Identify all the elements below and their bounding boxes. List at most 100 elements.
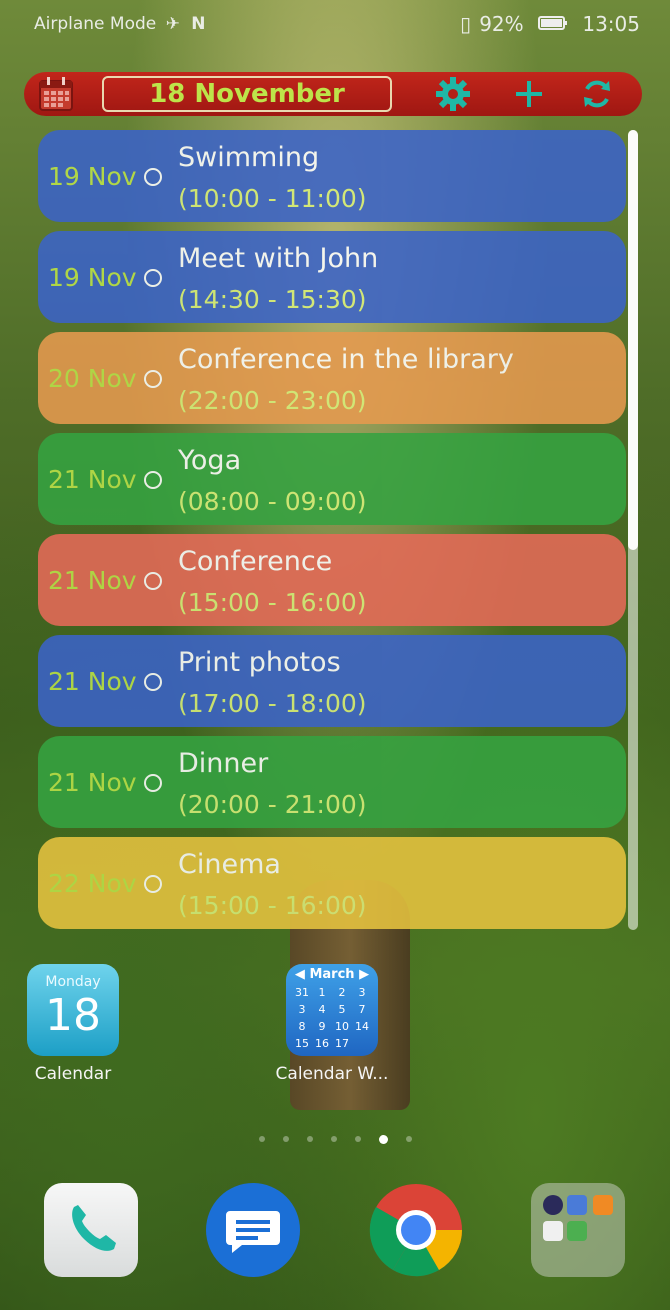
calendar-widget-day: 10 <box>335 1020 349 1033</box>
status-left: Airplane Mode ✈ N <box>34 14 206 34</box>
event-title: Cinema <box>178 849 281 880</box>
folder-icons <box>543 1195 613 1241</box>
calendar-app-day: 18 <box>45 990 101 1041</box>
event-list[interactable]: 19 Nov Swimming (10:00 - 11:00) 19 Nov Meet … <box>38 130 626 938</box>
chrome-app[interactable] <box>369 1183 463 1277</box>
triangle-right-icon: ▶ <box>359 967 370 982</box>
calendar-app-weekday: Monday <box>45 974 101 990</box>
calendar-app-label: Calendar <box>34 1064 112 1084</box>
calendar-widget-day: 16 <box>315 1037 329 1050</box>
calendar-widget-day: 4 <box>318 1003 326 1016</box>
page-dot[interactable] <box>405 1136 412 1142</box>
event-color-dot-icon <box>144 572 162 590</box>
event-row[interactable]: 19 Nov Swimming (10:00 - 11:00) <box>38 130 626 222</box>
calendar-widget-month-row: ◀ March ▶ <box>286 964 378 982</box>
event-row[interactable]: 22 Nov Cinema (15:00 - 16:00) <box>38 837 626 929</box>
calendar-widget-day: 17 <box>335 1037 349 1050</box>
event-title: Print photos <box>178 647 341 678</box>
event-row[interactable]: 19 Nov Meet with John (14:30 - 15:30) <box>38 231 626 323</box>
event-row[interactable]: 20 Nov Conference in the library (22:00 - … <box>38 332 626 424</box>
calendar-widget-day: 15 <box>295 1037 309 1050</box>
event-title: Swimming <box>178 142 320 173</box>
event-row[interactable]: 21 Nov Conference (15:00 - 16:00) <box>38 534 626 626</box>
event-title: Conference in the library <box>178 344 514 375</box>
event-time: (17:00 - 18:00) <box>178 689 367 718</box>
add-event-plus-icon[interactable] <box>510 76 548 112</box>
event-time: (10:00 - 11:00) <box>178 184 367 213</box>
event-date: 19 Nov <box>48 263 137 292</box>
chrome-icon <box>369 1184 463 1277</box>
event-date: 22 Nov <box>48 869 137 898</box>
page-dot[interactable] <box>330 1136 337 1142</box>
event-time: (14:30 - 15:30) <box>178 285 367 314</box>
event-time: (15:00 - 16:00) <box>178 891 367 920</box>
page-dot[interactable] <box>258 1136 265 1142</box>
battery-percent: 92% <box>479 12 524 36</box>
battery-icon <box>538 12 574 36</box>
event-title: Meet with John <box>178 243 379 274</box>
phone-app[interactable] <box>44 1183 138 1277</box>
app-folder[interactable] <box>531 1183 625 1277</box>
calendar-widget-day: 1 <box>318 986 326 999</box>
event-color-dot-icon <box>144 673 162 691</box>
calendar-widget-day: 8 <box>298 1020 306 1033</box>
calendar-widget-day: 3 <box>298 1003 306 1016</box>
event-row[interactable]: 21 Nov Yoga (08:00 - 09:00) <box>38 433 626 525</box>
refresh-icon[interactable] <box>578 76 616 112</box>
nfc-icon: N <box>191 14 206 34</box>
calendar-widget-month: March <box>309 967 355 982</box>
event-color-dot-icon <box>144 774 162 792</box>
calendar-widget-day: 3 <box>358 986 366 999</box>
event-time: (08:00 - 09:00) <box>178 487 367 516</box>
event-date: 21 Nov <box>48 566 137 595</box>
calendar-widget-app[interactable]: ◀ March ▶ 31 1 2 3 3 4 5 7 8 9 10 14 15 16 17 Calendar… <box>267 964 397 1084</box>
event-date: 19 Nov <box>48 162 137 191</box>
event-time: (15:00 - 16:00) <box>178 588 367 617</box>
calendar-widget-day: 31 <box>295 986 309 999</box>
triangle-left-icon: ◀ <box>294 967 305 982</box>
airplane-mode-label: Airplane Mode <box>34 14 157 34</box>
calendar-widget-day: 14 <box>355 1020 369 1033</box>
scrollbar-thumb[interactable] <box>628 130 638 550</box>
page-dot[interactable] <box>306 1136 313 1142</box>
calendar-icon[interactable] <box>38 76 74 112</box>
event-date: 21 Nov <box>48 667 137 696</box>
event-date: 21 Nov <box>48 768 137 797</box>
event-row[interactable]: 21 Nov Print photos (17:00 - 18:00) <box>38 635 626 727</box>
page-dot[interactable] <box>354 1136 361 1142</box>
event-color-dot-icon <box>144 875 162 893</box>
page-dot-active[interactable] <box>378 1135 388 1144</box>
calendar-app-icon: Monday 18 <box>27 964 119 1056</box>
calendar-widget-day: 7 <box>358 1003 366 1016</box>
vibrate-icon: ▯ <box>460 12 472 36</box>
event-row[interactable]: 21 Nov Dinner (20:00 - 21:00) <box>38 736 626 828</box>
event-time: (20:00 - 21:00) <box>178 790 367 819</box>
calendar-widget-days: 31 1 2 3 3 4 5 7 8 9 10 14 15 16 17 <box>286 982 378 1054</box>
settings-gear-icon[interactable] <box>434 76 472 112</box>
event-title: Yoga <box>178 445 242 476</box>
event-title: Dinner <box>178 748 269 779</box>
event-color-dot-icon <box>144 471 162 489</box>
page-dot[interactable] <box>282 1136 289 1142</box>
event-time: (22:00 - 23:00) <box>178 386 367 415</box>
event-date: 21 Nov <box>48 465 137 494</box>
event-list-scrollbar[interactable] <box>628 130 638 930</box>
event-date: 20 Nov <box>48 364 137 393</box>
messages-icon <box>226 1211 280 1253</box>
event-color-dot-icon <box>144 269 162 287</box>
calendar-widget-label: Calendar W... <box>275 1064 389 1084</box>
event-color-dot-icon <box>144 168 162 186</box>
messages-app[interactable] <box>206 1183 300 1277</box>
widget-toolbar: 18 November <box>24 72 642 116</box>
calendar-widget-day: 9 <box>318 1020 326 1033</box>
clock: 13:05 <box>582 12 640 36</box>
calendar-widget-day: 2 <box>338 986 346 999</box>
calendar-widget-app-icon: ◀ March ▶ 31 1 2 3 3 4 5 7 8 9 10 14 15 16 17 <box>286 964 378 1056</box>
page-indicator <box>0 1135 670 1144</box>
airplane-icon: ✈ <box>165 14 180 34</box>
calendar-widget-day: 5 <box>338 1003 346 1016</box>
current-date-button[interactable]: 18 November <box>102 76 392 112</box>
calendar-app[interactable]: Monday 18 Calendar <box>8 964 138 1084</box>
phone-icon <box>72 1205 116 1251</box>
event-title: Conference <box>178 546 333 577</box>
